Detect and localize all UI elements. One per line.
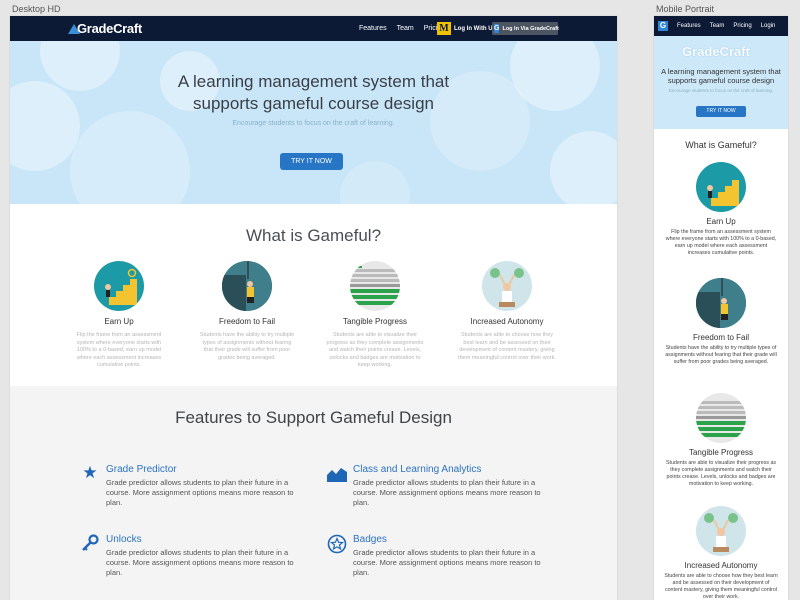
star-icon: ★	[82, 463, 98, 482]
nav-link-team[interactable]: Team	[397, 25, 414, 32]
mobile-nav-link-login[interactable]: Login	[761, 23, 776, 29]
gameful-item-earn-up: Earn Up Flip the frame from an assessmen…	[64, 261, 174, 370]
gameful-item-increased-autonomy: Increased Autonomy Students are able to …	[452, 261, 562, 362]
mobile-item-desc: Students are able to choose how they bes…	[664, 573, 778, 600]
login-gradecraft-label: Log In Via GradeCraft	[502, 25, 559, 32]
mobile-nav: G Features Team Pricing Login	[654, 16, 788, 36]
increased-autonomy-illustration-icon	[696, 506, 746, 556]
mobile-nav-link-features[interactable]: Features	[677, 23, 701, 29]
nav-link-features[interactable]: Features	[359, 25, 387, 32]
mobile-item-title: Tangible Progress	[688, 448, 754, 457]
mobile-item-desc: Flip the frame from an assessment system…	[665, 229, 777, 256]
mobile-try-it-now-button[interactable]: TRY IT NOW	[696, 106, 746, 117]
umich-m-icon: M	[437, 22, 451, 35]
mobile-item-desc: Students are able to visualize their pro…	[665, 460, 777, 487]
features-heading: Features to Support Gameful Design	[175, 408, 452, 427]
mobile-logo: GradeCraft	[682, 44, 750, 59]
feature-title[interactable]: Grade Predictor	[106, 464, 177, 475]
freedom-to-fail-illustration-icon	[222, 261, 272, 311]
mobile-nav-link-team[interactable]: Team	[710, 23, 725, 29]
artboard-label-desktop: Desktop HD	[12, 4, 61, 14]
mobile-item-desc: Students have the ability to try multipl…	[665, 345, 777, 365]
gradecraft-logo[interactable]: GradeCraft	[68, 21, 142, 36]
logo-text: GradeCraft	[77, 21, 142, 36]
hero-title: A learning management system that suppor…	[177, 72, 450, 113]
gradecraft-g-icon[interactable]: G	[658, 21, 668, 31]
badge-icon	[327, 534, 347, 554]
gameful-title: Earn Up	[104, 317, 134, 326]
nav-links: Features Team Pricing	[359, 25, 445, 32]
feature-title[interactable]: Unlocks	[106, 534, 142, 545]
login-gradecraft-button[interactable]: G Log In Via GradeCraft	[492, 22, 559, 35]
mobile-item-increased-autonomy: Increased Autonomy Students are able to …	[654, 506, 788, 600]
mobile-item-freedom-to-fail: Freedom to Fail Students have the abilit…	[654, 278, 788, 366]
mobile-item-title: Freedom to Fail	[692, 333, 750, 342]
what-is-gameful-section: What is Gameful? Earn Up Flip the frame …	[10, 204, 617, 386]
mobile-gameful-heading: What is Gameful?	[685, 140, 757, 150]
mobile-artboard: G Features Team Pricing Login GradeCraft…	[654, 16, 788, 600]
mobile-nav-link-pricing[interactable]: Pricing	[733, 23, 751, 29]
tangible-progress-illustration-icon	[350, 261, 400, 311]
key-icon	[80, 534, 100, 554]
artboard-label-mobile: Mobile Portrait	[656, 4, 715, 14]
login-um-button[interactable]: M Log In With UM	[437, 22, 498, 35]
earn-up-illustration-icon	[696, 162, 746, 212]
mobile-item-tangible-progress: Tangible Progress Students are able to v…	[654, 393, 788, 488]
feature-desc: Grade predictor allows students to plan …	[106, 478, 294, 507]
freedom-to-fail-illustration-icon	[696, 278, 746, 328]
try-it-now-button[interactable]: TRY IT NOW	[280, 153, 343, 170]
gameful-desc: Flip the frame from an assessment system…	[76, 332, 162, 368]
hero-bubble	[340, 161, 410, 204]
tangible-progress-illustration-icon	[696, 393, 746, 443]
mobile-hero-title: A learning management system that suppor…	[661, 67, 781, 85]
gameful-title: Tangible Progress	[342, 317, 408, 326]
hero-section: A learning management system that suppor…	[10, 41, 617, 204]
gradecraft-g-icon: G	[494, 24, 500, 33]
top-nav: GradeCraft Features Team Pricing M Log I…	[10, 16, 617, 41]
feature-title[interactable]: Class and Learning Analytics	[353, 464, 481, 475]
hero-bubble	[550, 131, 617, 204]
mobile-hero-subtitle: Encourage students to focus on the craft…	[668, 88, 774, 93]
feature-title[interactable]: Badges	[353, 534, 387, 545]
gameful-desc: Students are able to visualize their pro…	[326, 332, 424, 368]
mobile-item-title: Increased Autonomy	[684, 561, 758, 570]
gameful-item-freedom-to-fail: Freedom to Fail Students have the abilit…	[192, 261, 302, 362]
gameful-heading: What is Gameful?	[245, 226, 382, 245]
hero-subtitle: Encourage students to focus on the craft…	[232, 120, 395, 127]
chart-icon	[327, 464, 347, 484]
features-section: Features to Support Gameful Design ★ Gra…	[10, 386, 617, 600]
increased-autonomy-illustration-icon	[482, 261, 532, 311]
earn-up-illustration-icon	[94, 261, 144, 311]
desktop-artboard: GradeCraft Features Team Pricing M Log I…	[10, 16, 617, 600]
mobile-item-earn-up: Earn Up Flip the frame from an assessmen…	[654, 162, 788, 257]
gameful-item-tangible-progress: Tangible Progress Students are able to v…	[320, 261, 430, 370]
feature-desc: Grade predictor allows students to plan …	[106, 548, 294, 577]
gameful-desc: Students have the ability to try multipl…	[199, 332, 295, 361]
feature-desc: Grade predictor allows students to plan …	[353, 548, 541, 577]
gameful-desc: Students are able to choose how they bes…	[458, 332, 556, 361]
gameful-title: Freedom to Fail	[218, 317, 276, 326]
gameful-title: Increased Autonomy	[470, 317, 544, 326]
feature-desc: Grade predictor allows students to plan …	[353, 478, 541, 507]
mobile-item-title: Earn Up	[706, 217, 736, 226]
mobile-hero: GradeCraft A learning management system …	[654, 36, 788, 129]
